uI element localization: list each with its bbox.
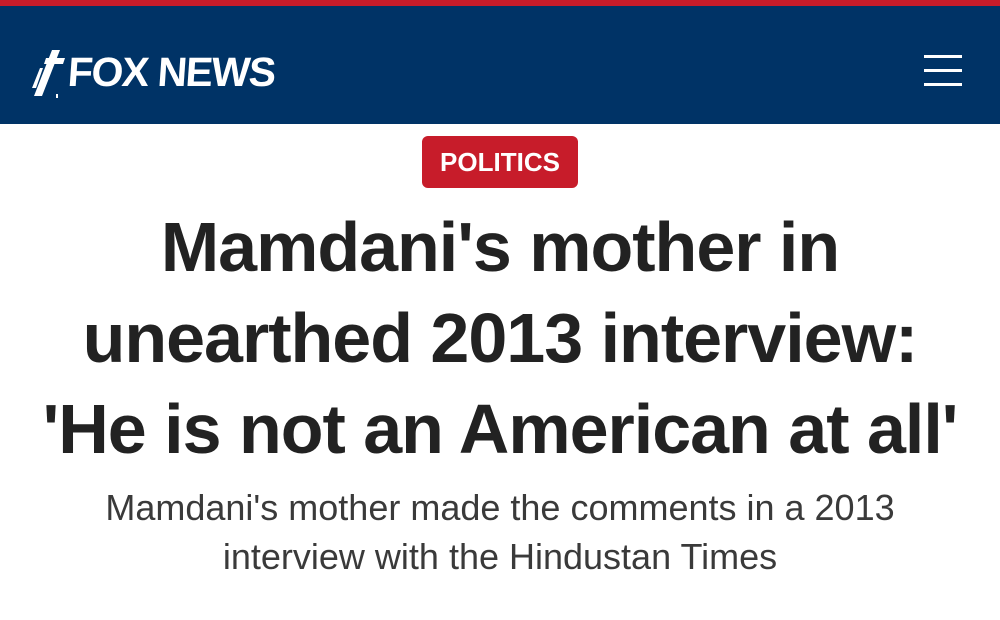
fox-news-logo[interactable]: FOX NEWS (30, 44, 277, 100)
site-header: FOX NEWS (0, 6, 1000, 124)
menu-button[interactable] (914, 46, 970, 94)
article-header: POLITICS Mamdani's mother in unearthed 2… (0, 124, 1000, 581)
fox-news-slash-icon (32, 50, 65, 98)
article-headline: Mamdani's mother in unearthed 2013 inter… (42, 208, 959, 468)
category-tag[interactable]: POLITICS (422, 136, 578, 188)
hamburger-menu-icon (924, 55, 962, 86)
brand-name: FOX NEWS (66, 49, 277, 95)
article-subheadline: Mamdani's mother made the comments in a … (105, 487, 895, 577)
